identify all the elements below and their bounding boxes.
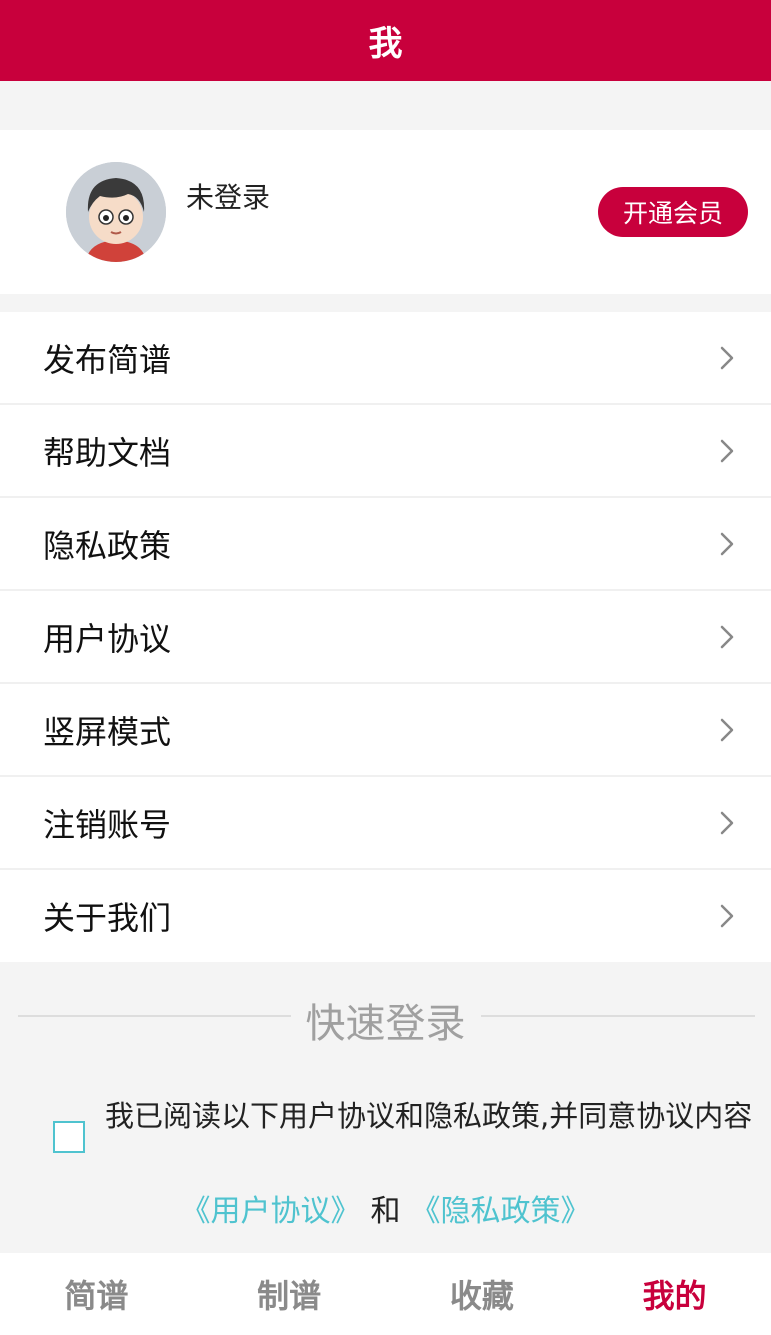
open-vip-button[interactable]: 开通会员	[598, 187, 748, 237]
menu-item-label: 注销账号	[43, 805, 172, 844]
chevron-right-icon	[720, 811, 734, 834]
user-agreement-link[interactable]: 《用户协议》	[181, 1194, 361, 1229]
menu-item-label: 帮助文档	[43, 433, 172, 472]
menu-item-privacy-policy[interactable]: 隐私政策	[0, 498, 771, 591]
profile-card[interactable]: 未登录 开通会员	[0, 130, 771, 294]
top-bar: 我	[0, 0, 771, 81]
menu-item-label: 发布简谱	[43, 340, 172, 379]
tab-favorites[interactable]: 收藏	[386, 1253, 579, 1335]
menu-item-publish-score[interactable]: 发布简谱	[0, 312, 771, 405]
agreement-links: 《用户协议》和《隐私政策》	[0, 1186, 771, 1230]
menu-item-label: 用户协议	[43, 619, 172, 658]
tab-make-score[interactable]: 制谱	[193, 1253, 386, 1335]
chevron-right-icon	[720, 346, 734, 369]
menu-item-label: 关于我们	[43, 899, 172, 937]
agree-checkbox[interactable]	[53, 1121, 85, 1153]
cartoon-avatar-icon	[66, 162, 166, 262]
privacy-policy-link[interactable]: 《隐私政策》	[411, 1194, 591, 1229]
chevron-right-icon	[720, 532, 734, 555]
chevron-right-icon	[720, 625, 734, 648]
menu-item-user-agreement[interactable]: 用户协议	[0, 591, 771, 684]
avatar[interactable]	[66, 162, 166, 262]
tab-jianpu[interactable]: 简谱	[0, 1253, 193, 1335]
tab-mine[interactable]: 我的	[578, 1253, 771, 1335]
menu-item-label: 竖屏模式	[43, 712, 172, 751]
bottom-tab-bar: 简谱 制谱 收藏 我的	[0, 1253, 771, 1335]
chevron-right-icon	[720, 439, 734, 462]
settings-menu: 发布简谱 帮助文档 隐私政策 用户协议 竖屏模式 注销账号 关于我们	[0, 312, 771, 962]
menu-item-delete-account[interactable]: 注销账号	[0, 777, 771, 870]
agree-text: 我已阅读以下用户协议和隐私政策,并同意协议内容	[105, 1099, 753, 1133]
menu-item-label: 隐私政策	[43, 526, 172, 565]
and-text: 和	[370, 1194, 401, 1229]
quick-login-title: 快速登录	[305, 1001, 466, 1047]
chevron-right-icon	[720, 904, 734, 928]
page-title: 我	[368, 24, 403, 64]
menu-item-help-docs[interactable]: 帮助文档	[0, 405, 771, 498]
username-label[interactable]: 未登录	[186, 176, 270, 216]
menu-item-about-us[interactable]: 关于我们	[0, 870, 771, 962]
quick-login-section: 快速登录 我已阅读以下用户协议和隐私政策,并同意协议内容 《用户协议》和《隐私政…	[0, 964, 771, 1252]
menu-item-portrait-mode[interactable]: 竖屏模式	[0, 684, 771, 777]
chevron-right-icon	[720, 718, 734, 741]
